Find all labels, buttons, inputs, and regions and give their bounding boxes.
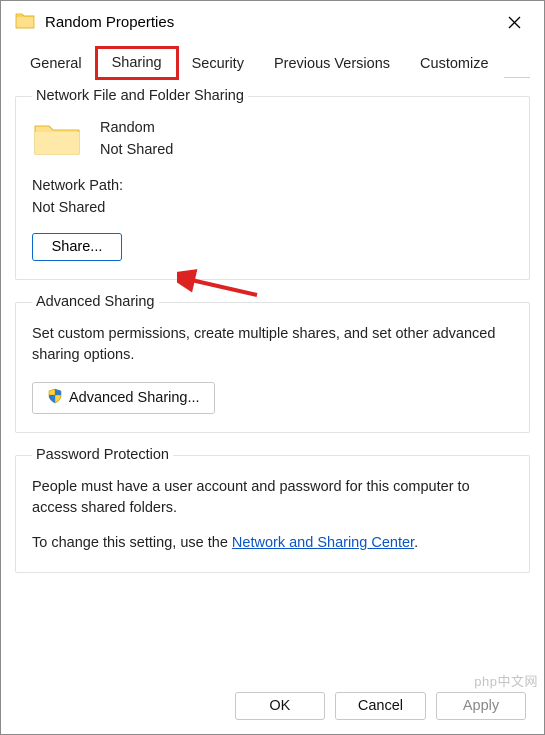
tab-content-sharing: Network File and Folder Sharing Random N… bbox=[15, 77, 530, 678]
folder-icon-large bbox=[32, 118, 82, 158]
shield-icon bbox=[47, 388, 63, 408]
share-button[interactable]: Share... bbox=[32, 233, 122, 261]
advanced-sharing-button[interactable]: Advanced Sharing... bbox=[32, 382, 215, 414]
change-prefix: To change this setting, use the bbox=[32, 535, 232, 551]
change-suffix: . bbox=[414, 535, 418, 551]
dialog-title: Random Properties bbox=[45, 14, 494, 31]
group-network-sharing-legend: Network File and Folder Sharing bbox=[32, 88, 248, 104]
group-advanced-sharing-legend: Advanced Sharing bbox=[32, 294, 159, 310]
tab-sharing[interactable]: Sharing bbox=[97, 48, 177, 78]
close-button[interactable] bbox=[494, 7, 534, 37]
advanced-sharing-button-label: Advanced Sharing... bbox=[69, 390, 200, 406]
folder-name: Random bbox=[100, 118, 173, 139]
advanced-sharing-description: Set custom permissions, create multiple … bbox=[32, 324, 513, 366]
group-password-protection: Password Protection People must have a u… bbox=[15, 447, 530, 573]
folder-icon bbox=[15, 11, 35, 34]
tab-previous-versions[interactable]: Previous Versions bbox=[259, 49, 405, 78]
tab-security[interactable]: Security bbox=[177, 49, 259, 78]
cancel-button[interactable]: Cancel bbox=[335, 692, 426, 720]
close-icon bbox=[508, 16, 521, 29]
password-protection-description: People must have a user account and pass… bbox=[32, 477, 513, 519]
tab-customize[interactable]: Customize bbox=[405, 49, 504, 78]
network-path-value: Not Shared bbox=[32, 198, 513, 219]
title-bar: Random Properties bbox=[1, 1, 544, 43]
properties-dialog: Random Properties General Sharing Securi… bbox=[0, 0, 545, 735]
group-advanced-sharing: Advanced Sharing Set custom permissions,… bbox=[15, 294, 530, 433]
tab-general[interactable]: General bbox=[15, 49, 97, 78]
tab-strip: General Sharing Security Previous Versio… bbox=[1, 43, 544, 77]
group-password-protection-legend: Password Protection bbox=[32, 447, 173, 463]
share-status: Not Shared bbox=[100, 140, 173, 161]
apply-button[interactable]: Apply bbox=[436, 692, 526, 720]
network-path-label: Network Path: bbox=[32, 176, 513, 197]
network-sharing-center-link[interactable]: Network and Sharing Center bbox=[232, 535, 414, 551]
password-protection-change-text: To change this setting, use the Network … bbox=[32, 533, 513, 554]
group-network-sharing: Network File and Folder Sharing Random N… bbox=[15, 88, 530, 280]
watermark: php中文网 bbox=[474, 671, 538, 690]
ok-button[interactable]: OK bbox=[235, 692, 325, 720]
dialog-footer: OK Cancel Apply bbox=[1, 678, 544, 734]
